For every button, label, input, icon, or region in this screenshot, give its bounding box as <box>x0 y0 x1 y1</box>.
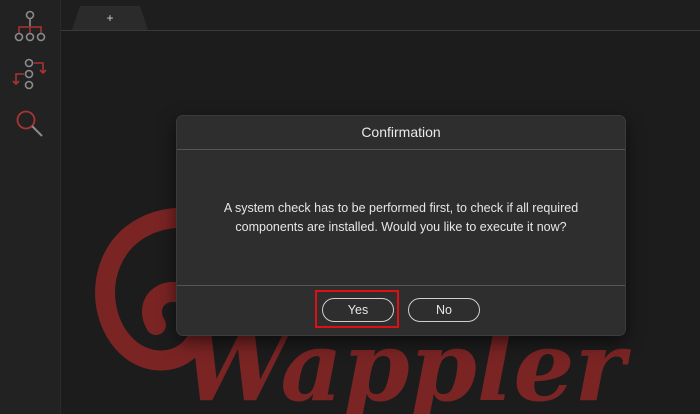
dialog-title: Confirmation <box>177 116 625 150</box>
new-tab-label: + <box>106 11 114 25</box>
dialog-footer: Yes No <box>177 286 625 336</box>
new-tab-button[interactable]: + <box>72 6 148 30</box>
yes-button[interactable]: Yes <box>322 298 394 322</box>
tab-bar <box>61 0 700 31</box>
sidebar <box>0 0 61 414</box>
search-icon[interactable] <box>10 106 50 142</box>
dialog-body: A system check has to be performed first… <box>177 150 625 286</box>
confirmation-dialog: Confirmation A system check has to be pe… <box>177 116 625 335</box>
no-button[interactable]: No <box>408 298 480 322</box>
hierarchy-icon[interactable] <box>10 8 50 44</box>
workflow-icon[interactable] <box>10 56 50 92</box>
dialog-message: A system check has to be performed first… <box>223 200 579 234</box>
